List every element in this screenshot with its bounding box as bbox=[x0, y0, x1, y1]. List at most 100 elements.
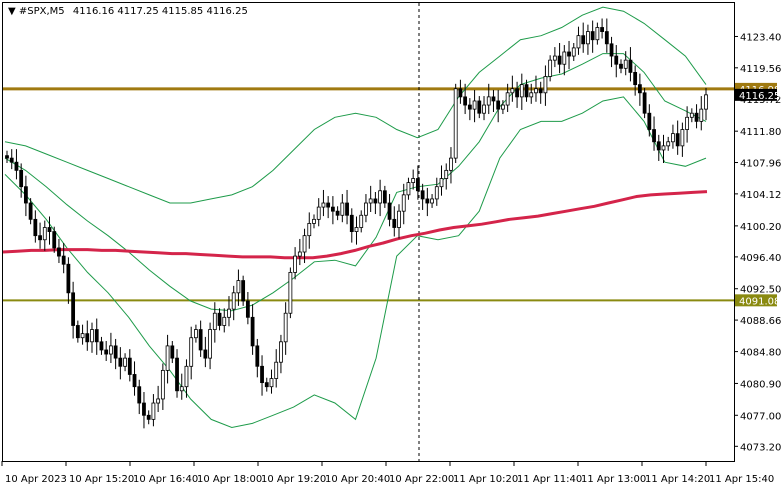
candle-body-up bbox=[444, 169, 449, 179]
price-tick-label: 4092.50 bbox=[740, 285, 781, 296]
candle-body-down bbox=[5, 155, 9, 159]
candle[interactable] bbox=[642, 87, 647, 119]
candle-body-up bbox=[519, 84, 524, 98]
candle-body-down bbox=[604, 31, 609, 45]
candle-body-down bbox=[382, 190, 387, 204]
candle-body-down bbox=[614, 55, 619, 65]
candle-body-down bbox=[217, 312, 222, 326]
candle-body-down bbox=[19, 169, 24, 188]
candle-body-up bbox=[548, 59, 553, 77]
candle-body-down bbox=[127, 357, 132, 375]
candle-body-up bbox=[312, 218, 316, 224]
candle-body-down bbox=[203, 349, 208, 359]
time-tick-label: 10 Apr 16:40 bbox=[133, 474, 198, 485]
price-tick-label: 4077.00 bbox=[740, 411, 781, 422]
candle-body-down bbox=[61, 255, 66, 265]
candle[interactable] bbox=[453, 83, 458, 164]
candle-body-up bbox=[160, 369, 165, 400]
candle-body-up bbox=[283, 312, 288, 343]
candle-body-down bbox=[463, 96, 468, 106]
candle-body-down bbox=[619, 63, 623, 69]
candle-body-down bbox=[250, 316, 255, 347]
candle-body-up bbox=[307, 223, 312, 237]
candle-body-down bbox=[66, 263, 71, 294]
candle-body-down bbox=[647, 112, 652, 130]
candle-body-down bbox=[600, 27, 604, 32]
candle-body-up bbox=[576, 35, 581, 49]
candle-body-up bbox=[212, 312, 217, 330]
price-tick-label: 4080.90 bbox=[740, 379, 781, 390]
candle-body-down bbox=[458, 88, 463, 98]
candle-body-up bbox=[321, 202, 326, 208]
candle-body-down bbox=[524, 84, 529, 98]
price-chart[interactable]: 4116.984091.08 4123.404119.564115.724111… bbox=[0, 0, 781, 489]
price-tick-label: 4073.20 bbox=[740, 442, 781, 453]
candle-body-up bbox=[562, 51, 567, 65]
price-tick-label: 4104.12 bbox=[740, 190, 781, 201]
price-tick-label: 4111.80 bbox=[740, 127, 781, 138]
candle-body-down bbox=[349, 214, 354, 232]
candle-body-down bbox=[57, 247, 61, 257]
candle-body-up bbox=[434, 186, 439, 200]
candle-body-up bbox=[302, 235, 307, 253]
candle-body-down bbox=[99, 341, 104, 351]
candle-body-down bbox=[675, 133, 680, 147]
candle-body-down bbox=[241, 280, 246, 302]
candle-body-up bbox=[222, 316, 227, 326]
candle-body-down bbox=[467, 104, 472, 110]
candle-body-up bbox=[189, 337, 194, 367]
candle-body-down bbox=[392, 218, 397, 228]
price-tick-label: 4088.66 bbox=[740, 316, 781, 327]
candle-body-down bbox=[170, 345, 175, 359]
candle-body-up bbox=[486, 96, 491, 106]
candle-body-down bbox=[330, 206, 335, 212]
candle-body-up bbox=[406, 182, 411, 196]
candle-body-up bbox=[482, 104, 486, 114]
candle-body-up bbox=[552, 55, 557, 61]
candle-body-down bbox=[137, 386, 142, 404]
symbol-icon: ▼ bbox=[8, 6, 16, 17]
time-tick-label: 10 Apr 2023 bbox=[5, 474, 67, 485]
candle-body-down bbox=[52, 231, 57, 249]
candle-body-down bbox=[694, 112, 699, 122]
candle-body-up bbox=[90, 329, 94, 343]
candle-body-up bbox=[42, 227, 47, 241]
time-tick-label: 10 Apr 15:20 bbox=[69, 474, 134, 485]
candle-body-down bbox=[85, 333, 90, 343]
candle-body-down bbox=[642, 92, 647, 114]
candle-body-up bbox=[543, 76, 548, 94]
candle-body-up bbox=[156, 398, 161, 404]
candle-body-up bbox=[359, 214, 364, 228]
candle-body-down bbox=[23, 186, 28, 204]
candle-body-down bbox=[496, 100, 501, 110]
candle[interactable] bbox=[241, 275, 246, 306]
candle-body-up bbox=[151, 402, 156, 420]
candle-body-up bbox=[123, 357, 127, 367]
candle-body-up bbox=[623, 59, 628, 69]
candle-body-up bbox=[453, 88, 458, 159]
candle-body-down bbox=[75, 325, 80, 339]
chart-canvas[interactable]: 4116.984091.08 4123.404119.564115.724111… bbox=[0, 0, 781, 489]
time-tick-label: 11 Apr 13:00 bbox=[581, 474, 646, 485]
candle-body-down bbox=[132, 374, 137, 388]
candle-body-up bbox=[208, 329, 212, 359]
candle-body-down bbox=[255, 345, 260, 367]
candle-body-down bbox=[245, 300, 250, 318]
candle-body-down bbox=[335, 210, 340, 216]
candle-body-up bbox=[269, 378, 274, 388]
time-tick-label: 11 Apr 10:20 bbox=[453, 474, 518, 485]
candle-body-up bbox=[236, 280, 241, 294]
candle-body-up bbox=[231, 292, 236, 310]
current-price-label: 4116.25 bbox=[739, 91, 780, 102]
candle-body-up bbox=[109, 345, 113, 355]
candle-body-up bbox=[699, 108, 704, 122]
candle-body-down bbox=[491, 96, 496, 102]
candle-body-down bbox=[637, 84, 642, 94]
candle-body-down bbox=[373, 198, 378, 204]
candle-body-up bbox=[439, 178, 444, 188]
candle-body-down bbox=[633, 71, 638, 86]
candle-body-down bbox=[477, 100, 482, 114]
candle-body-down bbox=[9, 157, 14, 163]
candle[interactable] bbox=[288, 267, 293, 319]
candle-body-down bbox=[656, 141, 661, 151]
